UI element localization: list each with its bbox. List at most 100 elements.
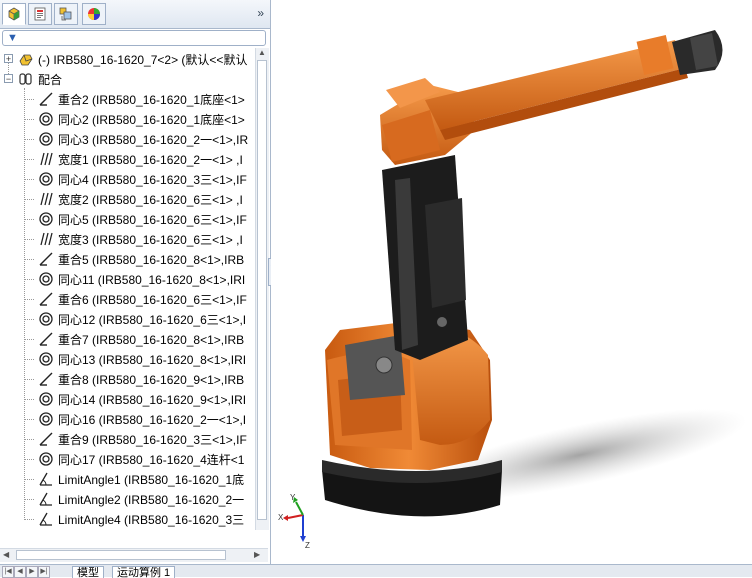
tree-mates-folder[interactable]: 配合 xyxy=(18,69,62,89)
coordinate-triad: Y X Z xyxy=(278,493,310,550)
mate-item-label: 同心14 (IRB580_16-1620_9<1>,IRI xyxy=(58,392,247,407)
concentric-icon xyxy=(38,131,54,147)
collapse-panel-button[interactable]: » xyxy=(257,6,264,20)
model-tab[interactable]: 模型 xyxy=(72,566,104,578)
tree-vertical-scrollbar[interactable]: ▲ xyxy=(255,48,269,530)
mate-item[interactable]: 同心2 (IRB580_16-1620_1底座<1> xyxy=(38,109,245,129)
mate-item-label: LimitAngle2 (IRB580_16-1620_2一 xyxy=(58,492,245,507)
mate-item[interactable]: 同心11 (IRB580_16-1620_8<1>,IRI xyxy=(38,269,245,289)
mate-item[interactable]: 同心17 (IRB580_16-1620_4连杆<1 xyxy=(38,449,244,469)
next-tab-icon[interactable]: ▶ xyxy=(26,566,38,578)
mates-expander[interactable]: − xyxy=(4,74,13,84)
filter-icon[interactable]: ▼ xyxy=(7,32,18,44)
concentric-icon xyxy=(38,391,54,407)
triad-y-label: Y xyxy=(290,493,296,502)
mate-item-label: 重合9 (IRB580_16-1620_3三<1>,IF xyxy=(58,432,247,447)
mate-item-label: 同心2 (IRB580_16-1620_1底座<1> xyxy=(58,112,245,127)
prev-tab-icon[interactable]: ◀ xyxy=(14,566,26,578)
mate-item-label: 同心12 (IRB580_16-1620_6三<1>,I xyxy=(58,312,247,327)
mate-item[interactable]: 重合2 (IRB580_16-1620_1底座<1> xyxy=(38,89,245,109)
mate-item[interactable]: 同心5 (IRB580_16-1620_6三<1>,IF xyxy=(38,209,247,229)
mate-item-label: 同心11 (IRB580_16-1620_8<1>,IRI xyxy=(58,272,246,287)
tree-filter-bar[interactable]: ▼ xyxy=(2,30,266,46)
tree-horizontal-scrollbar[interactable]: ◀ ▶ xyxy=(0,548,268,562)
mate-item-label: LimitAngle4 (IRB580_16-1620_3三 xyxy=(58,512,245,527)
mate-item-label: 重合8 (IRB580_16-1620_9<1>,IRB xyxy=(58,372,245,387)
bottom-tab-bar: |◀ ◀ ▶ ▶| 模型 运动算例 1 xyxy=(0,564,752,578)
concentric-icon xyxy=(38,271,54,287)
mate-item-label: 同心4 (IRB580_16-1620_3三<1>,IF xyxy=(58,172,247,187)
mate-item[interactable]: 同心12 (IRB580_16-1620_6三<1>,I xyxy=(38,309,246,329)
mate-item[interactable]: 重合9 (IRB580_16-1620_3三<1>,IF xyxy=(38,429,247,449)
feature-manager-tab[interactable] xyxy=(2,3,26,25)
mate-item[interactable]: 重合5 (IRB580_16-1620_8<1>,IRB xyxy=(38,249,244,269)
mate-item-label: 重合2 (IRB580_16-1620_1底座<1> xyxy=(58,92,245,107)
feature-manager-panel: » ▼ + (-) IRB580_16-1620_7<2> (默认<<默认 − … xyxy=(0,0,271,576)
coincident-icon xyxy=(38,331,54,347)
part-icon xyxy=(18,51,34,67)
configuration-manager-tab[interactable] xyxy=(54,3,78,25)
coincident-icon xyxy=(38,251,54,267)
mate-item[interactable]: 同心3 (IRB580_16-1620_2一<1>,IR xyxy=(38,129,248,149)
robot-model[interactable] xyxy=(271,0,752,564)
root-expander[interactable]: + xyxy=(4,54,13,64)
property-manager-tab[interactable] xyxy=(28,3,52,25)
concentric-icon xyxy=(38,111,54,127)
coincident-icon xyxy=(38,431,54,447)
first-tab-icon[interactable]: |◀ xyxy=(2,566,14,578)
display-manager-tab[interactable] xyxy=(82,3,106,25)
mate-item[interactable]: 同心14 (IRB580_16-1620_9<1>,IRI xyxy=(38,389,246,409)
feature-tree: + (-) IRB580_16-1620_7<2> (默认<<默认 − 配合 重… xyxy=(0,48,254,530)
graphics-viewport[interactable]: Y X Z xyxy=(271,0,752,564)
mate-item[interactable]: 同心13 (IRB580_16-1620_8<1>,IRI xyxy=(38,349,246,369)
width-icon xyxy=(38,231,54,247)
mate-folder-icon xyxy=(18,71,34,87)
width-icon xyxy=(38,151,54,167)
mates-folder-label: 配合 xyxy=(38,72,63,87)
mate-item-label: 同心16 (IRB580_16-1620_2一<1>,I xyxy=(58,412,247,427)
mate-item-label: 同心5 (IRB580_16-1620_6三<1>,IF xyxy=(58,212,247,227)
appearance-icon xyxy=(88,8,100,20)
coincident-icon xyxy=(38,371,54,387)
limit-angle-icon xyxy=(38,471,54,487)
mate-item-label: 重合5 (IRB580_16-1620_8<1>,IRB xyxy=(58,252,245,267)
mate-item-label: 宽度2 (IRB580_16-1620_6三<1> ,I xyxy=(58,192,243,207)
mate-item-label: 同心3 (IRB580_16-1620_2一<1>,IR xyxy=(58,132,249,147)
mate-item-label: 重合6 (IRB580_16-1620_6三<1>,IF xyxy=(58,292,247,307)
mate-item-label: 重合7 (IRB580_16-1620_8<1>,IRB xyxy=(58,332,245,347)
scroll-right-icon[interactable]: ▶ xyxy=(254,550,260,559)
panel-tab-bar: » xyxy=(0,0,270,29)
tree-root-item[interactable]: (-) IRB580_16-1620_7<2> (默认<<默认 xyxy=(18,49,247,69)
limit-angle-icon xyxy=(38,511,54,527)
motion-study-tab[interactable]: 运动算例 1 xyxy=(112,566,176,578)
mate-item[interactable]: 重合8 (IRB580_16-1620_9<1>,IRB xyxy=(38,369,244,389)
concentric-icon xyxy=(38,211,54,227)
scroll-left-icon[interactable]: ◀ xyxy=(3,550,9,559)
tree-root-label: (-) IRB580_16-1620_7<2> (默认<<默认 xyxy=(38,52,248,67)
mate-item[interactable]: LimitAngle4 (IRB580_16-1620_3三 xyxy=(38,509,244,529)
coincident-icon xyxy=(38,291,54,307)
mate-item[interactable]: 重合6 (IRB580_16-1620_6三<1>,IF xyxy=(38,289,247,309)
triad-z-label: Z xyxy=(305,541,310,550)
concentric-icon xyxy=(38,171,54,187)
triad-x-label: X xyxy=(278,513,284,522)
mate-item[interactable]: 同心16 (IRB580_16-1620_2一<1>,I xyxy=(38,409,246,429)
limit-angle-icon xyxy=(38,491,54,507)
horizontal-scroll-thumb[interactable] xyxy=(16,550,226,560)
vertical-scroll-thumb[interactable] xyxy=(257,60,267,520)
mate-item[interactable]: 宽度3 (IRB580_16-1620_6三<1> ,I xyxy=(38,229,243,249)
mate-item[interactable]: LimitAngle2 (IRB580_16-1620_2一 xyxy=(38,489,244,509)
concentric-icon xyxy=(38,351,54,367)
scroll-up-icon[interactable]: ▲ xyxy=(258,48,266,57)
mate-item[interactable]: LimitAngle1 (IRB580_16-1620_1底 xyxy=(38,469,244,489)
mate-item-label: LimitAngle1 (IRB580_16-1620_1底 xyxy=(58,472,245,487)
coincident-icon xyxy=(38,91,54,107)
width-icon xyxy=(38,191,54,207)
mate-item[interactable]: 重合7 (IRB580_16-1620_8<1>,IRB xyxy=(38,329,244,349)
mate-item[interactable]: 宽度1 (IRB580_16-1620_2一<1> ,I xyxy=(38,149,243,169)
last-tab-icon[interactable]: ▶| xyxy=(38,566,50,578)
mate-item[interactable]: 宽度2 (IRB580_16-1620_6三<1> ,I xyxy=(38,189,243,209)
mate-item[interactable]: 同心4 (IRB580_16-1620_3三<1>,IF xyxy=(38,169,247,189)
mate-item-label: 宽度1 (IRB580_16-1620_2一<1> ,I xyxy=(58,152,243,167)
feature-tree-icon xyxy=(8,7,20,21)
